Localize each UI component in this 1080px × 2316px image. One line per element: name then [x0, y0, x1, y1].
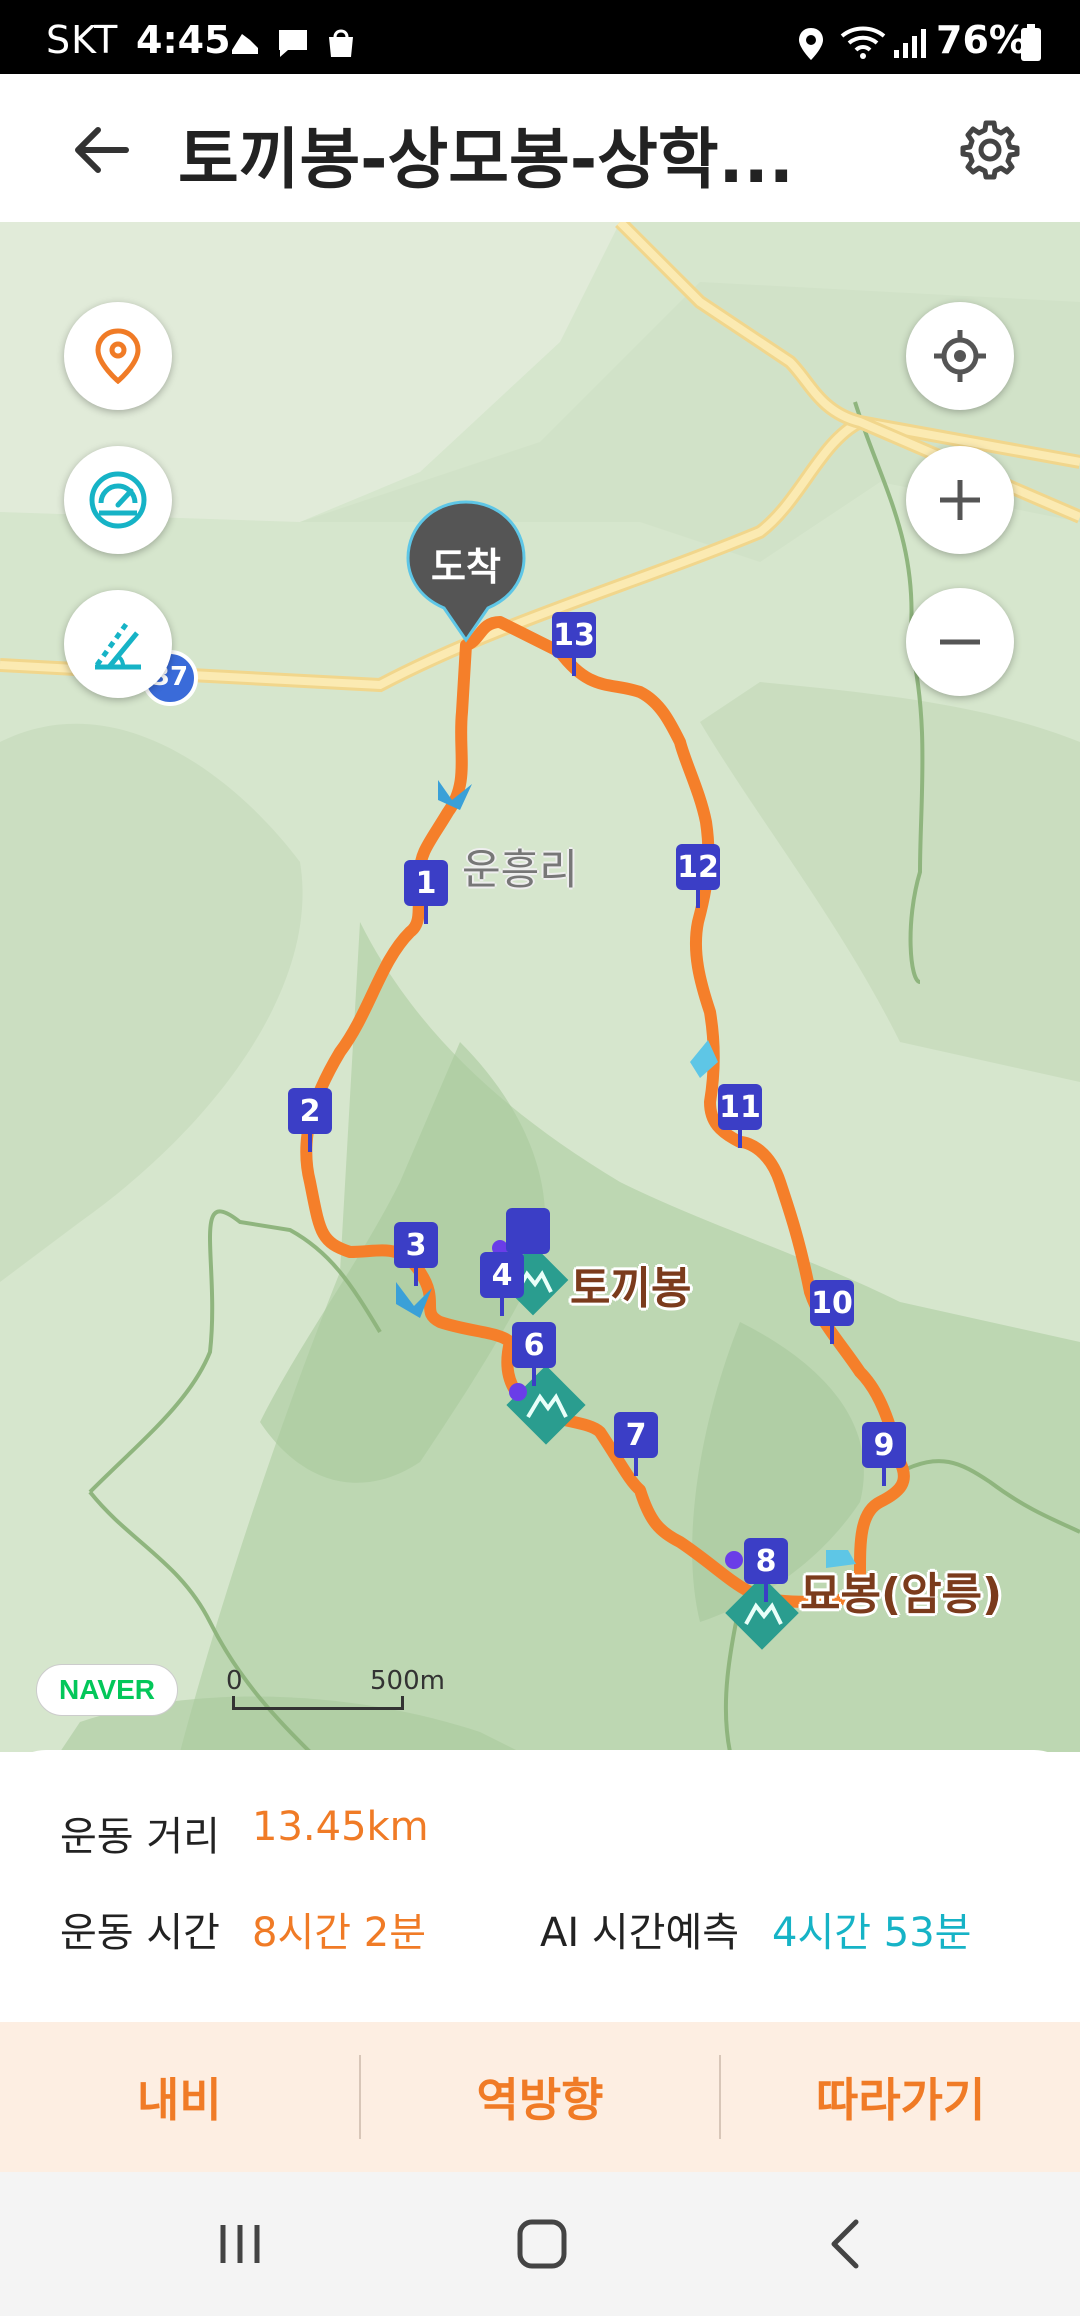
place-label: 운흥리 [462, 845, 578, 894]
home-button[interactable] [502, 2208, 582, 2280]
zoom-out-icon [940, 639, 980, 645]
waypoint-marker[interactable]: 7 [614, 1412, 658, 1476]
waypoint-marker[interactable]: 10 [810, 1280, 854, 1344]
speedometer-button[interactable] [64, 446, 172, 554]
trail-map[interactable]: 37 도착 운흥리 토끼봉 묘봉(암릉) 1 2 3 4 6 7 8 9 10 … [0, 222, 1080, 1752]
shoe-icon [232, 34, 258, 54]
zoom-in-button[interactable] [906, 446, 1014, 554]
waypoint-marker[interactable] [506, 1208, 550, 1254]
map-scale: 0 500m [224, 1666, 445, 1716]
waypoint-marker[interactable]: 11 [718, 1084, 762, 1148]
clock: 4:45 [136, 18, 231, 62]
carrier-label: SKT [46, 18, 119, 62]
speedometer-icon [89, 471, 147, 529]
gear-icon [960, 120, 1020, 180]
time-label: 운동 시간 [60, 1910, 220, 1956]
ai-prediction-label: AI 시간예측 [540, 1910, 740, 1956]
recent-apps-icon [220, 2225, 260, 2263]
battery-percent: 76% [936, 18, 1027, 62]
waypoint-marker[interactable]: 12 [676, 844, 720, 908]
location-status-icon [799, 28, 823, 60]
scale-bar [232, 1696, 404, 1710]
waypoint-marker[interactable]: 8 [744, 1538, 788, 1602]
back-nav-button[interactable] [806, 2208, 886, 2280]
zoom-out-button[interactable] [906, 588, 1014, 696]
signal-icon [894, 29, 926, 58]
location-pin-button[interactable] [64, 302, 172, 410]
poi-label: 토끼봉 [570, 1263, 692, 1314]
action-bar: 내비 역방향 따라가기 [0, 2022, 1080, 2172]
recent-apps-button[interactable] [200, 2208, 280, 2280]
waypoint-marker[interactable]: 3 [394, 1222, 438, 1286]
reverse-direction-button[interactable]: 역방향 [361, 2022, 720, 2172]
page-title: 토끼봉-상모봉-상학... [178, 121, 794, 198]
scale-end: 500m [370, 1666, 445, 1696]
navigation-button[interactable]: 내비 [0, 2022, 359, 2172]
poi-label: 묘봉(암릉) [800, 1569, 1003, 1620]
waypoint-marker[interactable]: 2 [288, 1088, 332, 1152]
arrow-left-icon [75, 127, 129, 173]
shopping-bag-icon [329, 29, 353, 57]
chevron-left-icon [831, 2219, 859, 2269]
waypoint-marker[interactable]: 9 [862, 1422, 906, 1486]
scale-start: 0 [226, 1666, 243, 1696]
arrival-pin-label: 도착 [431, 545, 501, 589]
waypoint-marker[interactable]: 1 [404, 860, 448, 924]
ai-prediction-value: 4시간 53분 [772, 1910, 972, 1956]
app-header: 토끼봉-상모봉-상학... [0, 74, 1080, 222]
map-canvas [0, 222, 1080, 1752]
home-icon [517, 2219, 567, 2269]
back-button[interactable] [60, 110, 140, 190]
waypoint-marker[interactable]: 4 [480, 1252, 524, 1316]
system-nav-bar [0, 2172, 1080, 2316]
battery-icon [1021, 24, 1041, 61]
arrival-pin[interactable]: 도착 [406, 500, 526, 650]
notification-icons [228, 26, 358, 60]
elevation-ruler-icon [94, 621, 141, 670]
crosshair-icon [934, 330, 986, 382]
distance-value: 13.45km [252, 1804, 429, 1850]
elevation-tool-button[interactable] [64, 590, 172, 698]
chat-icon [279, 30, 307, 57]
zoom-in-icon [940, 480, 980, 520]
status-bar: SKT 4:45 76% [0, 0, 1080, 74]
time-value: 8시간 2분 [252, 1910, 427, 1956]
wifi-icon [840, 26, 886, 59]
distance-label: 운동 거리 [60, 1814, 220, 1860]
waypoint-marker[interactable]: 13 [552, 612, 596, 676]
my-location-button[interactable] [906, 302, 1014, 410]
location-pin-icon [95, 328, 141, 384]
waypoint-marker[interactable]: 6 [512, 1322, 556, 1386]
settings-button[interactable] [950, 110, 1030, 190]
naver-logo: NAVER [36, 1664, 178, 1716]
follow-route-button[interactable]: 따라가기 [721, 2022, 1080, 2172]
